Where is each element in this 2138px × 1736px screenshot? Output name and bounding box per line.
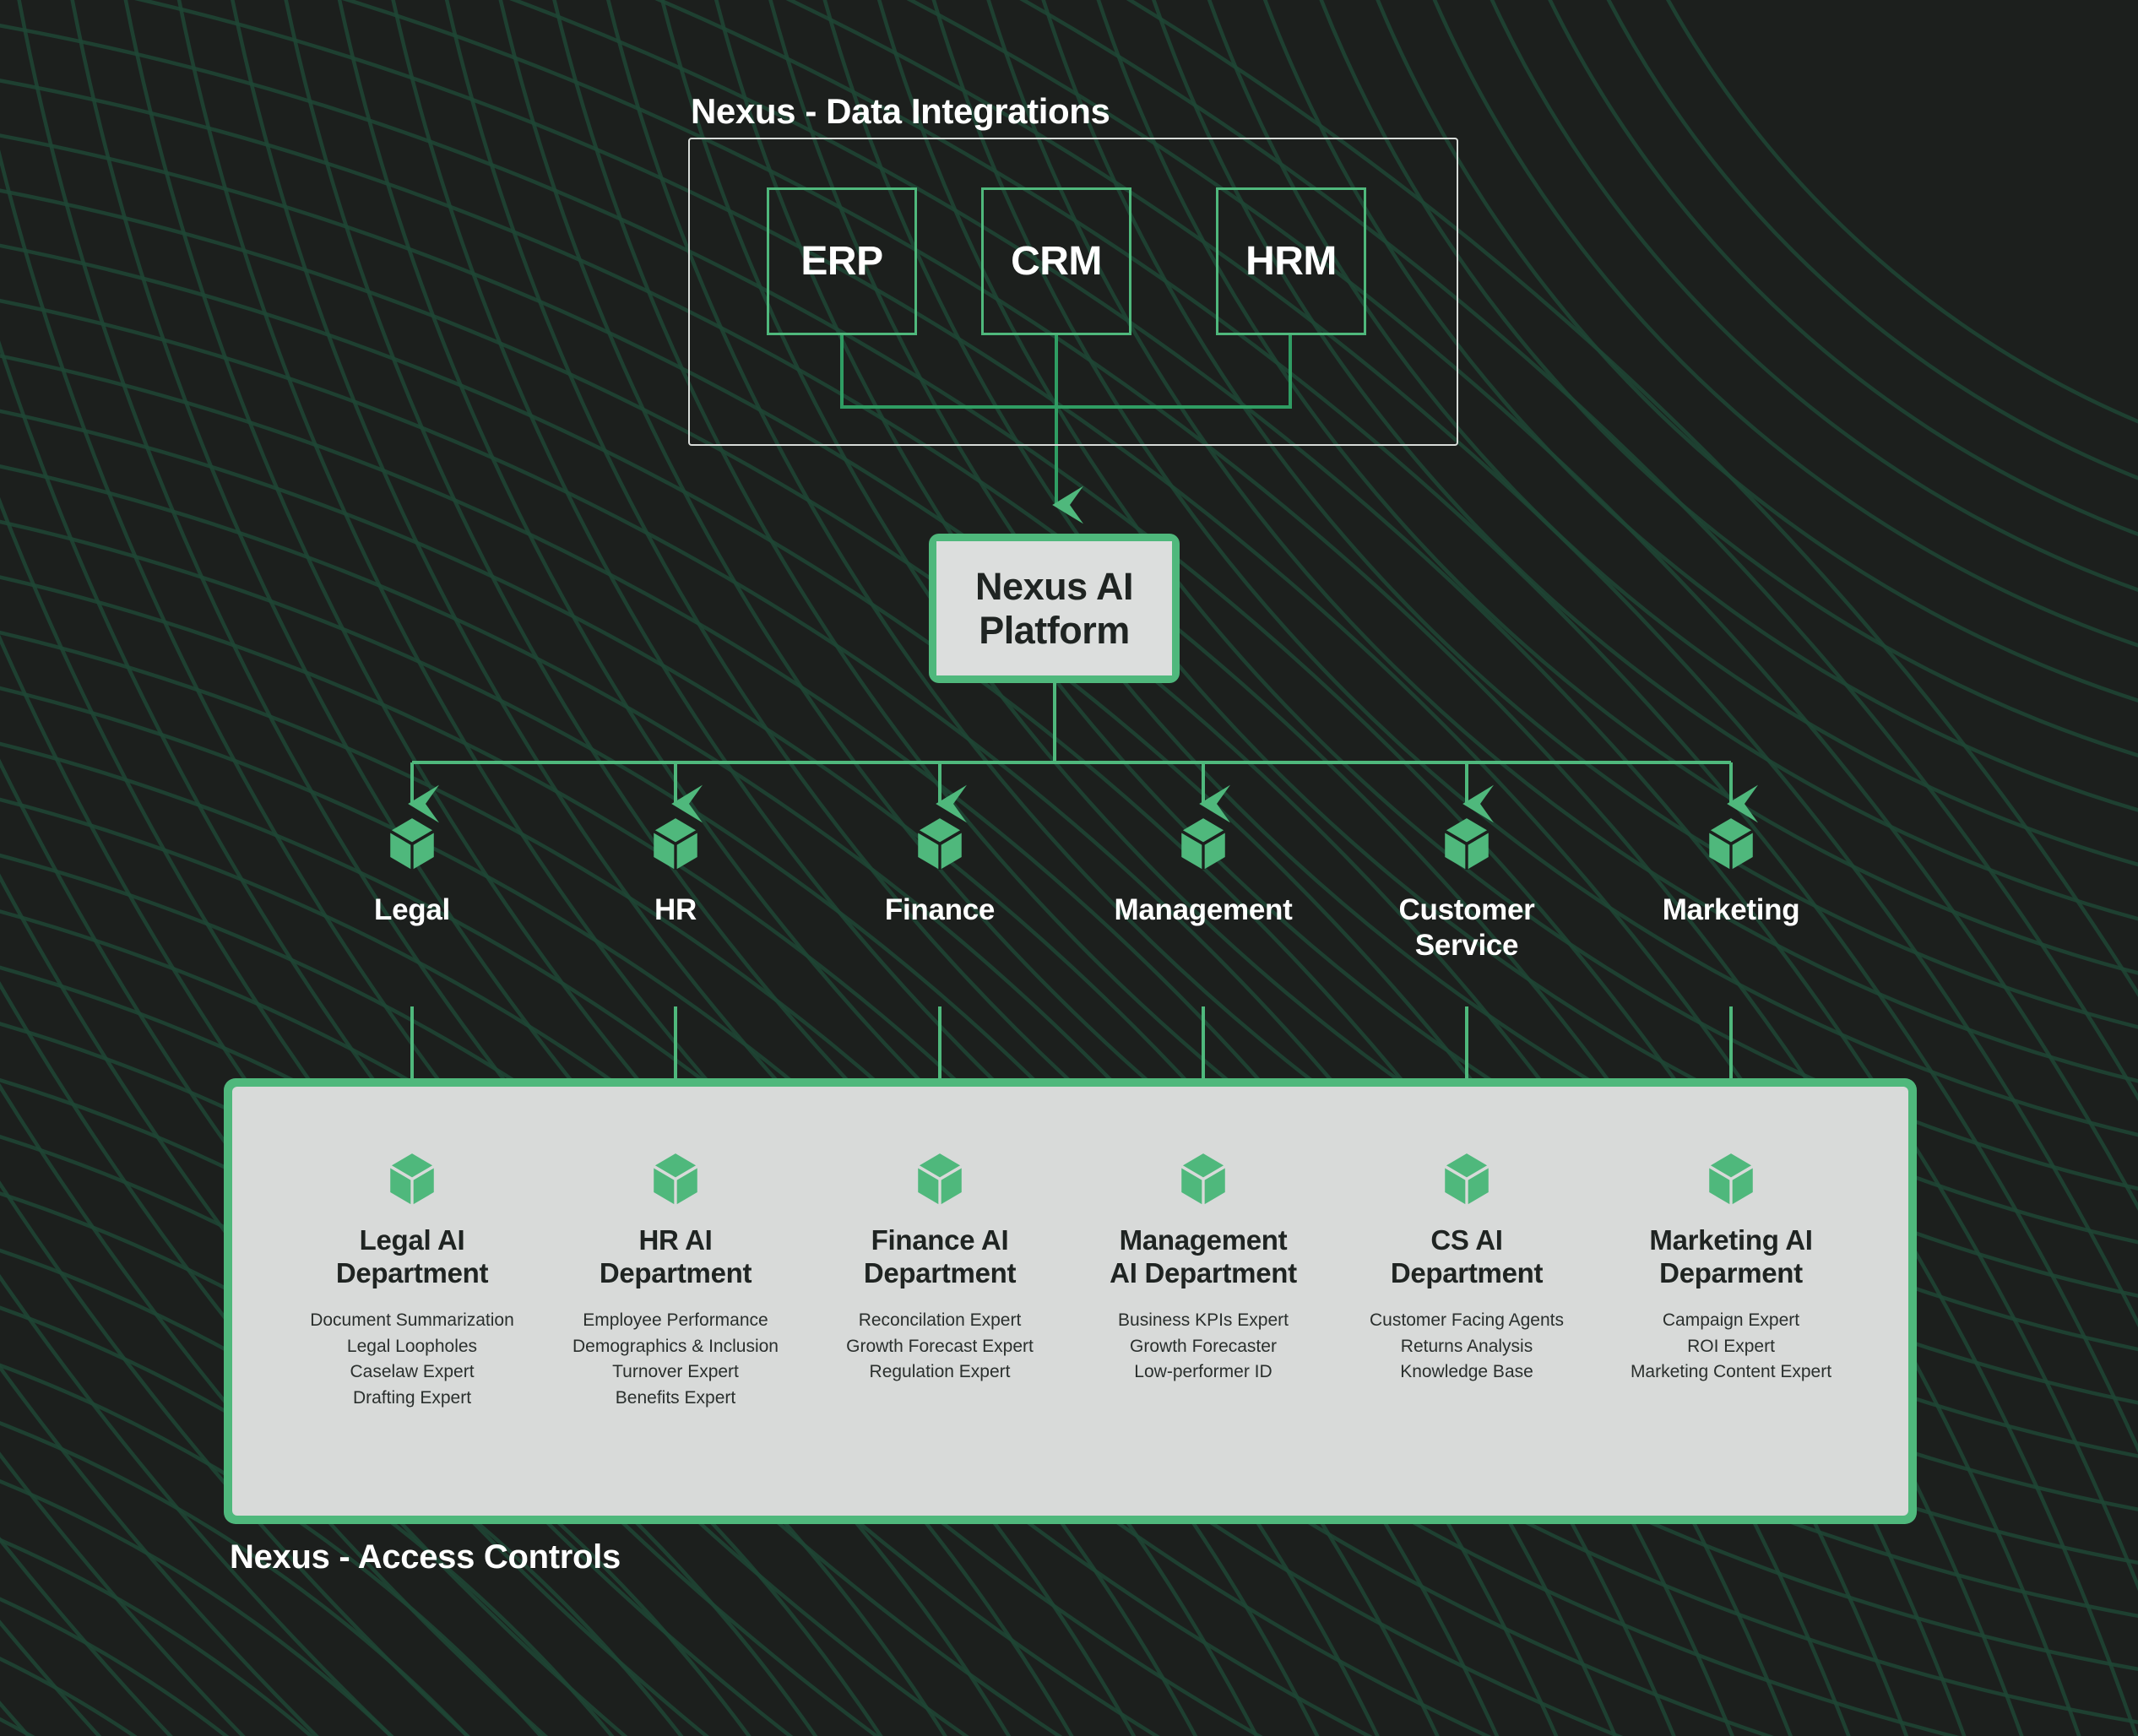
ai-department-card[interactable]: Marketing AI Deparment Campaign Expert ROI … <box>1592 1153 1870 1386</box>
ai-agent-item: Campaign Expert <box>1662 1310 1800 1331</box>
cube-icon <box>389 818 435 871</box>
ai-agent-item: Growth Forecaster <box>1130 1336 1277 1356</box>
cube-icon <box>653 818 698 871</box>
ai-department-name: CS AI Department <box>1390 1224 1544 1288</box>
access-controls-panel: Legal AI Department Document Summarization… <box>224 1078 1917 1524</box>
ai-agent-item: Regulation Expert <box>869 1362 1011 1382</box>
source-system-hrm[interactable]: HRM <box>1216 187 1366 335</box>
ai-department-card[interactable]: HR AI Department Employee Performance Demog… <box>536 1153 815 1411</box>
ai-department-card[interactable]: Management AI Department Business KPIs Exp… <box>1064 1153 1343 1386</box>
nexus-ai-platform-line1: Nexus AI <box>975 564 1133 608</box>
ai-agent-item: Reconcilation Expert <box>858 1310 1022 1331</box>
ai-agent-list: Reconcilation Expert Growth Forecast Expe… <box>800 1308 1079 1385</box>
ai-department-name: Legal AI Department <box>335 1224 489 1288</box>
department-node-hr[interactable]: HR <box>549 817 802 928</box>
nexus-ai-platform-line2: Platform <box>979 608 1130 652</box>
department-node-label: Finance <box>884 893 996 927</box>
ai-agent-list: Customer Facing Agents Returns Analysis Kn… <box>1327 1308 1606 1385</box>
source-system-erp[interactable]: ERP <box>767 187 917 335</box>
ai-agent-item: Marketing Content Expert <box>1630 1362 1832 1382</box>
nexus-ai-platform-card[interactable]: Nexus AI Platform <box>929 534 1180 683</box>
cube-icon <box>1444 818 1490 871</box>
ai-department-name: HR AI Department <box>599 1224 752 1288</box>
cube-icon <box>1708 818 1754 871</box>
ai-department-name: Marketing AI Deparment <box>1649 1224 1813 1288</box>
cube-icon <box>1444 1153 1490 1206</box>
ai-agent-item: Document Summarization <box>310 1310 514 1331</box>
department-node-label: Customer Service <box>1398 893 1535 962</box>
ai-agent-item: Employee Performance <box>583 1310 768 1331</box>
access-controls-title: Nexus - Access Controls <box>230 1538 621 1576</box>
ai-department-card[interactable]: Finance AI Department Reconcilation Expert… <box>800 1153 1079 1386</box>
cube-icon <box>917 818 963 871</box>
department-node-finance[interactable]: Finance <box>813 817 1066 928</box>
department-node-label: HR <box>654 893 697 927</box>
ai-agent-item: Caselaw Expert <box>350 1362 475 1382</box>
source-system-crm[interactable]: CRM <box>981 187 1131 335</box>
ai-agent-item: Benefits Expert <box>615 1387 736 1408</box>
ai-agent-item: Drafting Expert <box>352 1387 472 1408</box>
ai-agent-item: Business KPIs Expert <box>1118 1310 1289 1331</box>
cube-icon <box>389 1153 435 1206</box>
source-system-crm-label: CRM <box>1011 239 1102 284</box>
cube-icon <box>1180 1153 1226 1206</box>
ai-agent-item: Knowledge Base <box>1400 1362 1533 1382</box>
department-node-label: Management <box>1114 893 1293 927</box>
source-system-hrm-label: HRM <box>1245 239 1337 284</box>
ai-agent-list: Employee Performance Demographics & Inclu… <box>536 1308 815 1411</box>
ai-department-name: Finance AI Department <box>863 1224 1017 1288</box>
ai-agent-item: Legal Loopholes <box>346 1336 478 1356</box>
ai-agent-list: Campaign Expert ROI Expert Marketing Conte… <box>1592 1308 1870 1385</box>
ai-agent-list: Document Summarization Legal Loopholes Cas… <box>273 1308 551 1411</box>
ai-agent-item: ROI Expert <box>1687 1336 1775 1356</box>
ai-agent-item: Returns Analysis <box>1400 1336 1533 1356</box>
department-node-management[interactable]: Management <box>1077 817 1330 928</box>
ai-agent-item: Customer Facing Agents <box>1370 1310 1564 1331</box>
department-node-customer-service[interactable]: Customer Service <box>1340 817 1593 963</box>
department-node-marketing[interactable]: Marketing <box>1604 817 1858 928</box>
ai-department-name: Management AI Department <box>1110 1224 1297 1288</box>
department-node-label: Marketing <box>1662 893 1800 927</box>
cube-icon <box>1180 818 1226 871</box>
ai-department-card[interactable]: CS AI Department Customer Facing Agents Ret… <box>1327 1153 1606 1386</box>
ai-agent-item: Growth Forecast Expert <box>846 1336 1034 1356</box>
ai-agent-item: Demographics & Inclusion <box>572 1336 779 1356</box>
ai-agent-list: Business KPIs Expert Growth Forecaster Low… <box>1064 1308 1343 1385</box>
ai-agent-item: Low-performer ID <box>1134 1362 1272 1382</box>
ai-department-card[interactable]: Legal AI Department Document Summarization… <box>273 1153 551 1411</box>
source-system-erp-label: ERP <box>800 239 883 284</box>
cube-icon <box>1708 1153 1754 1206</box>
cube-icon <box>653 1153 698 1206</box>
department-node-label: Legal <box>374 893 450 927</box>
data-integrations-title: Nexus - Data Integrations <box>691 91 1110 131</box>
diagram-canvas: Nexus - Data Integrations ERP CRM HRM Ne… <box>0 0 2138 1736</box>
access-controls-panel-body: Legal AI Department Document Summarization… <box>232 1087 1908 1516</box>
nexus-ai-platform-card-body: Nexus AI Platform <box>936 541 1172 675</box>
department-node-legal[interactable]: Legal <box>285 817 539 928</box>
ai-agent-item: Turnover Expert <box>612 1362 739 1382</box>
cube-icon <box>917 1153 963 1206</box>
